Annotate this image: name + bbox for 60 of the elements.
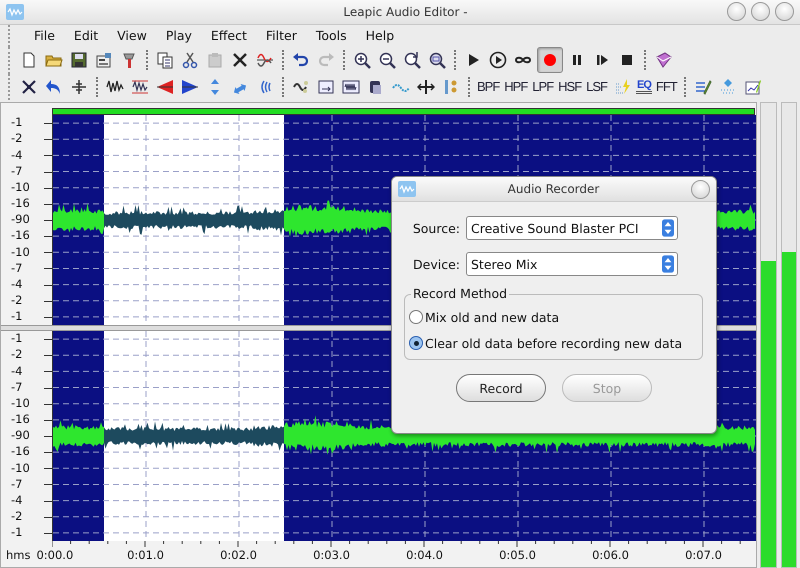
scale-label: -7 <box>1 163 52 180</box>
menu-item[interactable]: Effect <box>200 26 256 46</box>
scale-label: -1 <box>1 115 52 132</box>
filter-button[interactable]: BPF <box>476 79 500 94</box>
equalizer-button[interactable]: EQ <box>636 79 652 94</box>
group-title: Record Method <box>411 286 510 302</box>
filter-button[interactable]: LPF <box>531 79 554 94</box>
record-button[interactable]: Record <box>456 374 546 402</box>
radio-option[interactable]: Clear old data before recording new data <box>409 333 698 354</box>
field-label: Source: <box>412 220 461 236</box>
fft-button[interactable]: FFT <box>654 79 678 94</box>
scale-label: -2 <box>1 131 52 148</box>
time-unit: hms <box>6 548 30 562</box>
scale-label: -1 <box>1 524 52 542</box>
menu-item[interactable]: Play <box>156 26 201 46</box>
time-label: 0:02.0 <box>220 548 257 562</box>
scale-label: -16 <box>1 228 52 244</box>
menu-item[interactable]: File <box>24 26 64 46</box>
scale-label: -4 <box>1 147 52 164</box>
time-label: 0:07.0 <box>685 548 722 562</box>
menu-item[interactable]: Help <box>356 26 404 46</box>
time-label: 0:06.0 <box>592 548 629 562</box>
scale-label: -7 <box>1 379 52 396</box>
scale-label: -1 <box>1 308 52 326</box>
time-label: 0:03.0 <box>313 548 350 562</box>
scale-label: -16 <box>1 412 52 428</box>
dropdown[interactable]: Creative Sound Blaster PCI <box>466 216 678 240</box>
scale-label: -10 <box>1 460 52 476</box>
radio-option[interactable]: Mix old and new data <box>409 307 698 328</box>
time-label: 0:00.0 <box>36 548 74 562</box>
window-title: Leapic Audio Editor - <box>342 4 469 19</box>
menu-item[interactable]: View <box>107 26 156 46</box>
menu-item[interactable]: Edit <box>64 26 108 46</box>
scale-label: -90 <box>1 428 52 444</box>
time-label: 0:05.0 <box>499 548 536 562</box>
scale-label: -16 <box>1 196 52 212</box>
time-label: 0:01.0 <box>127 548 164 562</box>
scale-label: -7 <box>1 260 52 277</box>
scale-label: -4 <box>1 492 52 509</box>
menu-item[interactable]: Tools <box>306 26 356 46</box>
field-label: Device: <box>412 256 461 272</box>
scale-label: -10 <box>1 244 52 260</box>
scale-label: -90 <box>1 212 52 228</box>
filter-button[interactable]: HSF <box>557 79 582 94</box>
scale-label: -10 <box>1 396 52 412</box>
menu-item[interactable]: Filter <box>256 26 306 46</box>
scale-label: -1 <box>1 331 52 348</box>
time-label: 0:04.0 <box>406 548 443 562</box>
scale-label: -2 <box>1 292 52 309</box>
scale-label: -4 <box>1 363 52 380</box>
scale-label: -7 <box>1 476 52 493</box>
scale-label: -2 <box>1 347 52 364</box>
scale-label: -10 <box>1 180 52 196</box>
filter-button[interactable]: LSF <box>585 79 608 94</box>
dropdown[interactable]: Stereo Mix <box>466 252 678 276</box>
scale-label: -4 <box>1 276 52 293</box>
scale-label: -2 <box>1 508 52 525</box>
scale-label: -16 <box>1 444 52 460</box>
filter-button[interactable]: HPF <box>503 79 528 94</box>
dialog-title: Audio Recorder <box>506 182 600 196</box>
